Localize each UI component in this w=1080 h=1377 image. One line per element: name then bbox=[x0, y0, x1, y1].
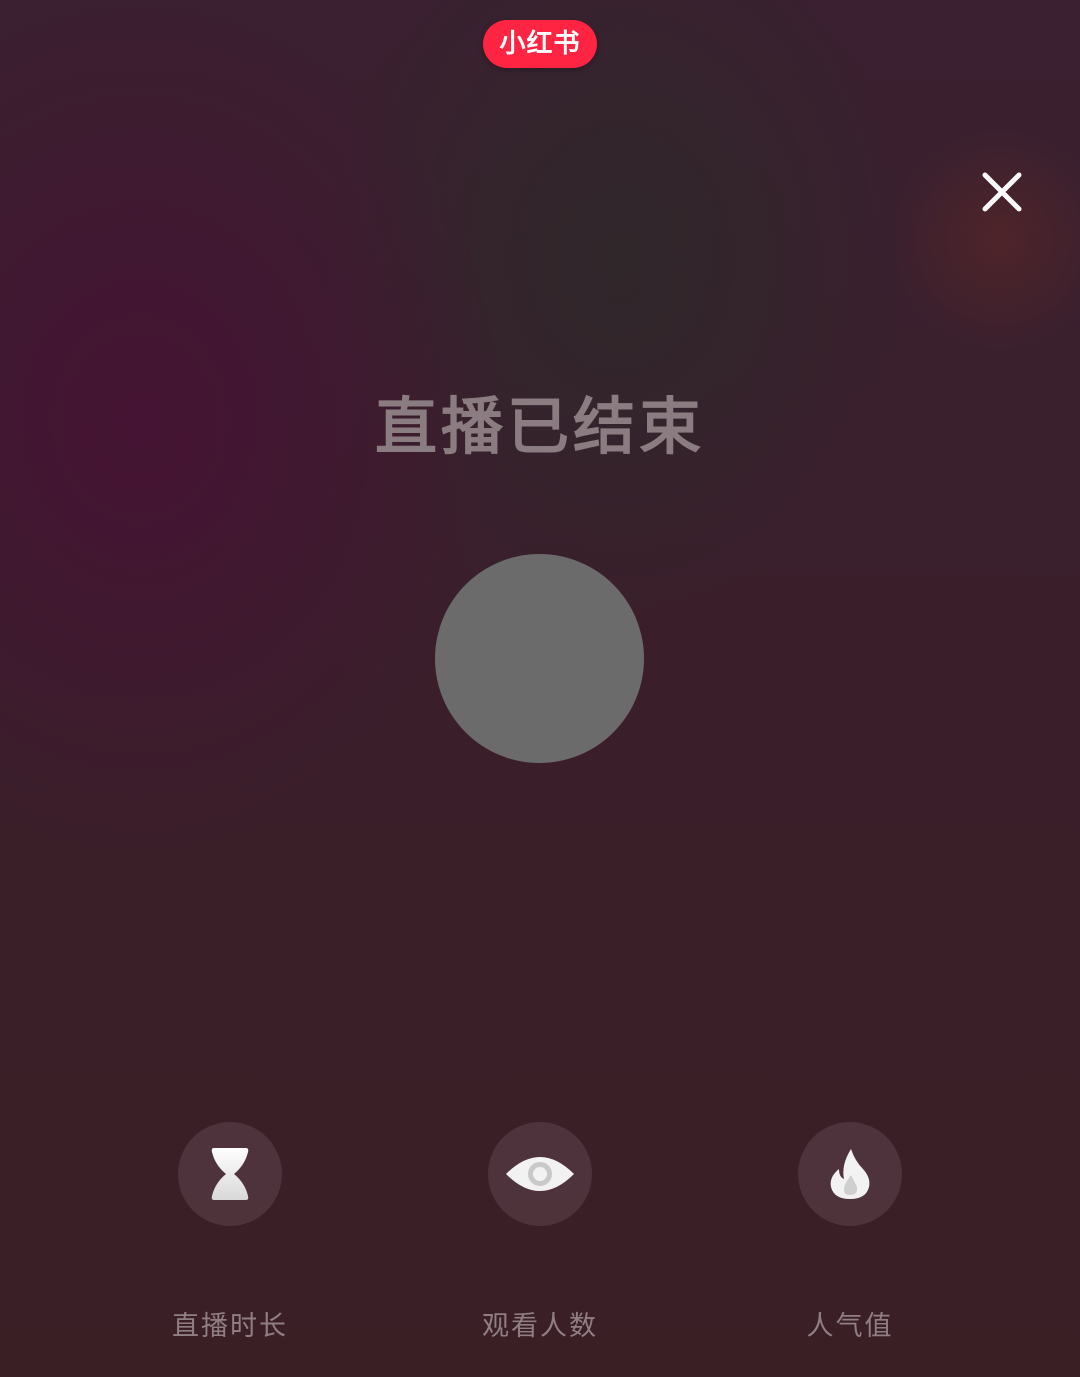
stat-icon-container bbox=[488, 1122, 592, 1226]
stat-icon-container bbox=[798, 1122, 902, 1226]
stat-icon-container bbox=[178, 1122, 282, 1226]
stat-viewers: 观看人数 bbox=[420, 1122, 660, 1343]
stat-label: 人气值 bbox=[806, 1311, 894, 1342]
stat-duration: 直播时长 bbox=[110, 1122, 350, 1343]
app-logo: 小红书 bbox=[483, 20, 597, 68]
eye-icon bbox=[506, 1157, 574, 1191]
stat-popularity: 人气值 bbox=[730, 1122, 970, 1343]
stat-label: 观看人数 bbox=[482, 1311, 598, 1342]
live-ended-title: 直播已结束 bbox=[374, 390, 705, 463]
flame-icon bbox=[830, 1149, 870, 1199]
close-icon bbox=[982, 172, 1022, 212]
hourglass-icon bbox=[211, 1148, 249, 1200]
stat-label: 直播时长 bbox=[172, 1311, 288, 1342]
avatar bbox=[435, 554, 644, 763]
close-button[interactable] bbox=[976, 166, 1028, 218]
